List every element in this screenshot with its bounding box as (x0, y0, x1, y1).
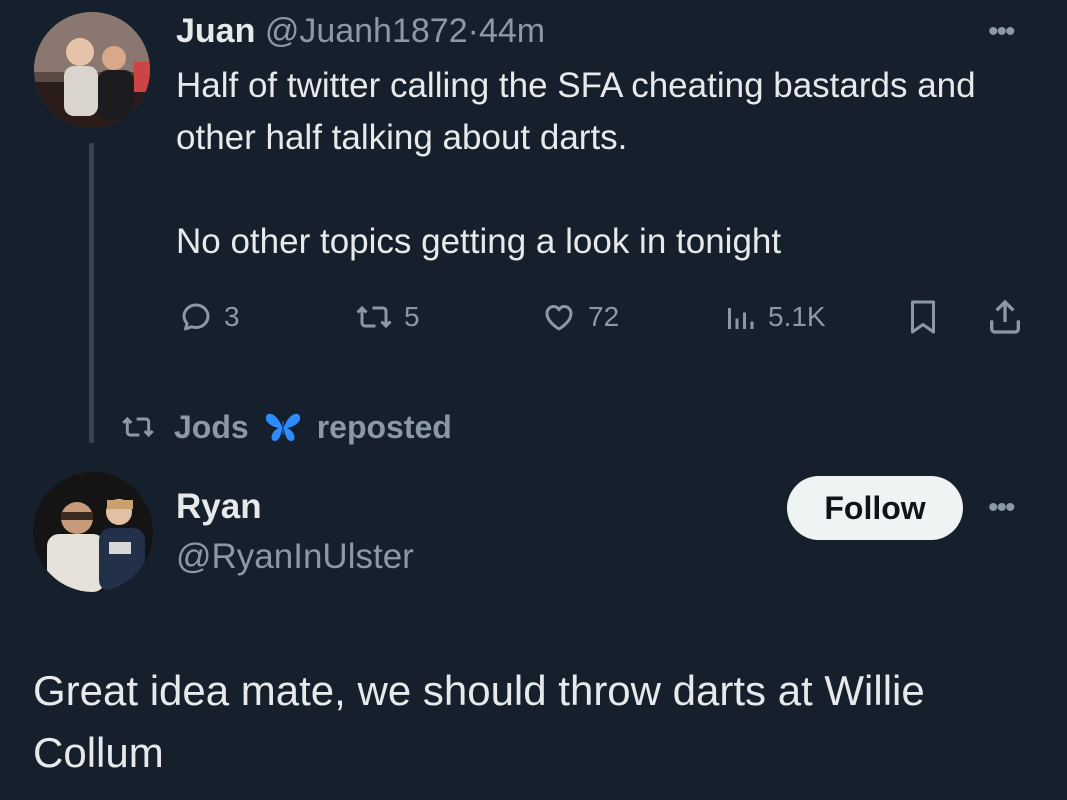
ryan-handle[interactable]: @RyanInUlster (176, 534, 414, 580)
timeline: Juan @Juanh1872·44m ••• Half of twitter … (0, 0, 1067, 800)
tweet-text-line-2: No other topics getting a look in tonigh… (176, 222, 782, 261)
bookmark-button[interactable] (905, 292, 941, 342)
views-button[interactable]: 5.1K (722, 292, 826, 342)
follow-button[interactable]: Follow (787, 476, 963, 540)
juan-name[interactable]: Juan (176, 12, 255, 50)
repost-button[interactable]: 5 (354, 292, 420, 342)
repost-icon (356, 305, 392, 329)
like-button[interactable]: 72 (540, 292, 619, 342)
juan-avatar[interactable] (34, 12, 150, 128)
main-tweet-text: Great idea mate, we should throw darts a… (33, 667, 925, 776)
reply-button[interactable]: 3 (178, 292, 240, 342)
more-icon-main[interactable]: ••• (988, 493, 1015, 523)
repost-action-label: reposted (316, 408, 452, 445)
share-icon (990, 299, 1020, 334)
repost-small-icon (122, 416, 154, 438)
like-icon (545, 305, 573, 331)
share-button[interactable] (985, 292, 1025, 342)
more-icon[interactable]: ••• (988, 17, 1015, 47)
reply-count: 3 (224, 301, 240, 332)
butterfly-icon (265, 413, 300, 441)
repost-count: 5 (404, 301, 420, 332)
repost-banner: Jods reposted (118, 404, 452, 450)
views-icon (728, 308, 754, 329)
like-count: 72 (588, 301, 620, 332)
tweet-actions: 3 5 72 5.1K (0, 292, 1067, 342)
quoted-tweet-header: Juan @Juanh1872·44m (176, 8, 545, 54)
views-count: 5.1K (768, 301, 826, 332)
bookmark-icon (911, 300, 935, 334)
juan-handle[interactable]: @Juanh1872 (265, 12, 468, 50)
ryan-avatar[interactable] (33, 472, 153, 592)
ryan-name[interactable]: Ryan (176, 484, 262, 530)
tweet-time[interactable]: 44m (479, 12, 545, 50)
reposter-name[interactable]: Jods (174, 409, 249, 446)
time-separator: · (467, 12, 479, 50)
reply-icon (182, 303, 210, 331)
tweet-text-line-1: Half of twitter calling the SFA cheating… (176, 66, 976, 157)
quoted-tweet-text: Half of twitter calling the SFA cheating… (176, 60, 1036, 268)
